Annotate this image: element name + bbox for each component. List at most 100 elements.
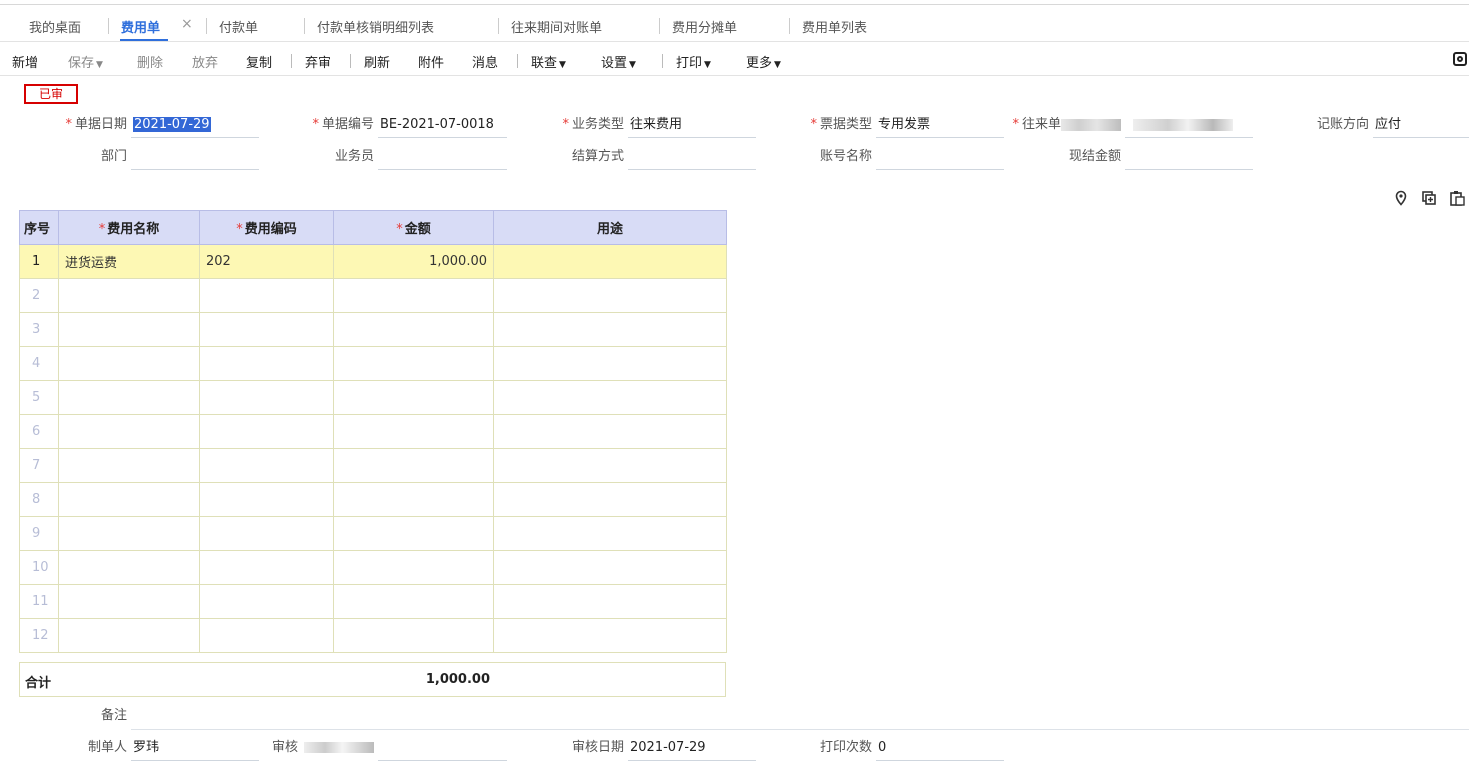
tab-payment-writeoff-list[interactable]: 付款单核销明细列表 (317, 17, 434, 36)
fee-code-cell[interactable] (199, 584, 334, 619)
invoice-type-field[interactable]: * 票据类型 专用发票 (810, 113, 1004, 139)
fee-name-cell[interactable] (58, 448, 200, 483)
amount-cell[interactable] (333, 482, 494, 517)
invoice-type-input[interactable]: 专用发票 (876, 113, 1004, 138)
tab-payment-bill[interactable]: 付款单 (219, 17, 258, 36)
copy-button[interactable]: 复制 (246, 52, 272, 71)
fee-name-cell[interactable] (58, 550, 200, 585)
save-button[interactable]: 保存 ▼ (68, 52, 103, 71)
fee-name-cell[interactable] (58, 278, 200, 313)
purpose-cell[interactable] (493, 346, 727, 381)
fee-code-cell[interactable] (199, 346, 334, 381)
fee-code-cell[interactable] (199, 448, 334, 483)
table-row[interactable]: 7 (19, 448, 727, 483)
table-row[interactable]: 6 (19, 414, 727, 449)
department-input[interactable] (131, 145, 259, 170)
refresh-button[interactable]: 刷新 (364, 52, 390, 71)
abandon-button[interactable]: 放弃 (192, 52, 218, 71)
unaudit-button[interactable]: 弃审 (305, 52, 331, 71)
fee-code-cell[interactable] (199, 278, 334, 313)
paste-doc-icon[interactable] (1449, 190, 1465, 206)
amount-cell[interactable] (333, 618, 494, 653)
purpose-cell[interactable] (493, 448, 727, 483)
amount-cell[interactable] (333, 550, 494, 585)
direction-input[interactable]: 应付 (1373, 113, 1469, 138)
doc-no-input[interactable]: BE-2021-07-0018 (378, 113, 507, 138)
department-field[interactable]: 部门 (101, 145, 259, 171)
table-row[interactable]: 8 (19, 482, 727, 517)
cash-amount-input[interactable] (1125, 145, 1253, 170)
new-button[interactable]: 新增 (12, 52, 38, 71)
camera-icon[interactable] (1453, 52, 1467, 66)
message-button[interactable]: 消息 (472, 52, 498, 71)
attachment-button[interactable]: 附件 (418, 52, 444, 71)
col-header-fee-name[interactable]: * 费用名称 (58, 210, 200, 245)
close-icon[interactable]: × (181, 16, 193, 32)
purpose-cell[interactable] (493, 584, 727, 619)
copy-doc-icon[interactable] (1421, 190, 1437, 206)
fee-name-cell[interactable]: 进货运费 (58, 244, 200, 279)
amount-cell[interactable]: 1,000.00 (333, 244, 494, 279)
purpose-cell[interactable] (493, 244, 727, 279)
account-name-input[interactable] (876, 145, 1004, 170)
link-query-button[interactable]: 联查 ▼ (531, 52, 566, 71)
fee-name-cell[interactable] (58, 584, 200, 619)
fee-name-cell[interactable] (58, 482, 200, 517)
fee-code-cell[interactable] (199, 482, 334, 517)
doc-date-field[interactable]: * 单据日期 2021-07-29 (65, 113, 259, 139)
more-button[interactable]: 更多 ▼ (746, 52, 781, 71)
salesman-field[interactable]: 业务员 (335, 145, 507, 171)
purpose-cell[interactable] (493, 482, 727, 517)
tab-expense-allocation[interactable]: 费用分摊单 (672, 17, 737, 36)
table-row[interactable]: 2 (19, 278, 727, 313)
amount-cell[interactable] (333, 448, 494, 483)
cash-amount-field[interactable]: 现结金额 (1069, 145, 1253, 171)
salesman-input[interactable] (378, 145, 507, 170)
table-row[interactable]: 3 (19, 312, 727, 347)
delete-button[interactable]: 删除 (137, 52, 163, 71)
print-button[interactable]: 打印 ▼ (676, 52, 711, 71)
direction-field[interactable]: 记账方向 应付 (1317, 113, 1469, 139)
remark-field[interactable]: 备注 (101, 704, 1469, 730)
fee-name-cell[interactable] (58, 346, 200, 381)
table-row[interactable]: 1 进货运费 202 1,000.00 (19, 244, 727, 279)
settlement-field[interactable]: 结算方式 (572, 145, 756, 171)
tab-desktop[interactable]: 我的桌面 (29, 17, 81, 36)
purpose-cell[interactable] (493, 414, 727, 449)
purpose-cell[interactable] (493, 516, 727, 551)
table-row[interactable]: 5 (19, 380, 727, 415)
purpose-cell[interactable] (493, 312, 727, 347)
biz-type-input[interactable]: 往来费用 (628, 113, 756, 138)
settings-button[interactable]: 设置 ▼ (601, 52, 636, 71)
purpose-cell[interactable] (493, 550, 727, 585)
table-row[interactable]: 11 (19, 584, 727, 619)
remark-input[interactable] (131, 704, 1469, 729)
biz-type-field[interactable]: * 业务类型 往来费用 (562, 113, 756, 139)
tab-expense-list[interactable]: 费用单列表 (802, 17, 867, 36)
counterparty-field[interactable]: * 往来单 (1012, 113, 1253, 139)
table-row[interactable]: 9 (19, 516, 727, 551)
counterparty-input[interactable] (1125, 113, 1253, 138)
fee-code-cell[interactable] (199, 414, 334, 449)
fee-name-cell[interactable] (58, 380, 200, 415)
fee-code-cell[interactable]: 202 (199, 244, 334, 279)
amount-cell[interactable] (333, 346, 494, 381)
tab-expense-bill[interactable]: 费用单 (121, 17, 160, 36)
settlement-input[interactable] (628, 145, 756, 170)
fee-code-cell[interactable] (199, 312, 334, 347)
col-header-purpose[interactable]: 用途 (493, 210, 727, 245)
doc-date-input[interactable]: 2021-07-29 (131, 113, 259, 138)
account-name-field[interactable]: 账号名称 (820, 145, 1004, 171)
table-row[interactable]: 10 (19, 550, 727, 585)
fee-name-cell[interactable] (58, 312, 200, 347)
table-row[interactable]: 4 (19, 346, 727, 381)
col-header-amount[interactable]: * 金额 (333, 210, 494, 245)
amount-cell[interactable] (333, 278, 494, 313)
amount-cell[interactable] (333, 584, 494, 619)
fee-code-cell[interactable] (199, 380, 334, 415)
table-row[interactable]: 12 (19, 618, 727, 653)
fee-code-cell[interactable] (199, 516, 334, 551)
amount-cell[interactable] (333, 312, 494, 347)
fee-code-cell[interactable] (199, 550, 334, 585)
amount-cell[interactable] (333, 516, 494, 551)
